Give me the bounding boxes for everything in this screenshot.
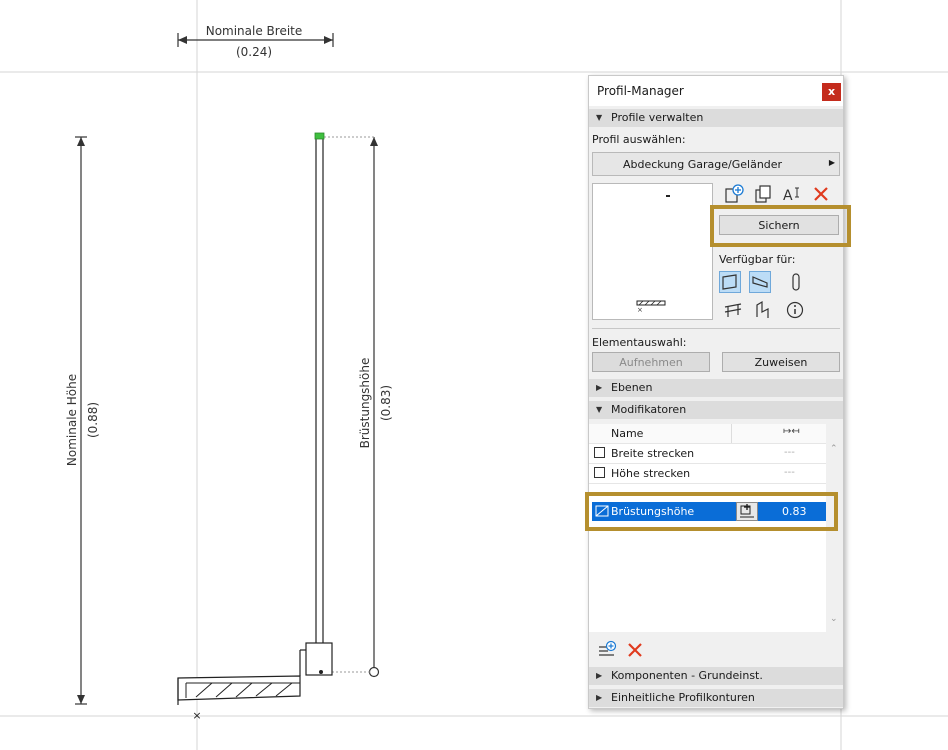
delete-modifier-icon[interactable] [624, 639, 646, 661]
parapet-height-label: Brüstungshöhe [358, 358, 372, 449]
assign-button[interactable]: Zuweisen [722, 352, 840, 372]
nominal-width-value: (0.24) [236, 45, 272, 59]
svg-text:A: A [783, 188, 793, 204]
divider [592, 328, 840, 329]
table-row[interactable]: Höhe strecken --- [589, 464, 826, 484]
duplicate-profile-icon[interactable] [752, 183, 774, 205]
selected-modifier-row[interactable]: Brüstungshöhe 0.83 [592, 502, 826, 521]
modifier-toolbar [589, 632, 843, 670]
row-value: --- [784, 447, 795, 458]
row-name: Höhe strecken [611, 467, 691, 480]
beam-tool-icon[interactable] [749, 271, 771, 293]
table-row[interactable]: Breite strecken --- [589, 444, 826, 464]
section-components[interactable]: ▶ Komponenten - Grundeinst. [589, 667, 843, 685]
profile-select-value: Abdeckung Garage/Geländer [623, 158, 783, 171]
nominal-width-dimension: Nominale Breite (0.24) [177, 24, 334, 59]
railing-tool-icon[interactable] [722, 299, 744, 321]
profile-preview: × [592, 183, 713, 320]
selected-row-name: Brüstungshöhe [611, 505, 695, 518]
section-contours-label: Einheitliche Profilkonturen [611, 691, 755, 704]
stretch-toggle-icon[interactable] [736, 502, 758, 521]
hotspot-top[interactable] [314, 132, 325, 140]
chevron-right-icon: ▶ [828, 158, 835, 167]
svg-text:×: × [637, 306, 643, 314]
save-button[interactable]: Sichern [719, 215, 839, 235]
nominal-width-label: Nominale Breite [206, 24, 303, 38]
section-modifiers-label: Modifikatoren [611, 403, 687, 416]
section-components-label: Komponenten - Grundeinst. [611, 669, 763, 682]
add-modifier-icon[interactable] [596, 639, 618, 661]
origin-marker: × [192, 709, 201, 722]
select-profile-label: Profil auswählen: [592, 133, 686, 146]
selected-row-value[interactable]: 0.83 [782, 505, 807, 518]
section-modifiers[interactable]: ▼ Modifikatoren [589, 401, 843, 419]
stair-tool-icon[interactable] [752, 299, 774, 321]
column-divider [731, 424, 732, 443]
available-for-label: Verfügbar für: [719, 253, 796, 266]
new-profile-icon[interactable] [723, 183, 745, 205]
wall-tool-icon[interactable] [719, 271, 741, 293]
chevron-right-icon: ▶ [596, 671, 603, 680]
section-contours[interactable]: ▶ Einheitliche Profilkonturen [589, 689, 843, 707]
rename-profile-icon[interactable]: A [781, 183, 803, 205]
profile-select[interactable]: Abdeckung Garage/Geländer ▶ [592, 152, 840, 176]
section-manage-profiles[interactable]: ▼ Profile verwalten [589, 109, 843, 127]
row-name: Breite strecken [611, 447, 695, 460]
scroll-down-icon[interactable]: ⌄ [830, 614, 838, 624]
chevron-down-icon: ▼ [596, 405, 603, 414]
stretch-width-icon: ↦↤ [783, 426, 800, 437]
breite-checkbox[interactable] [594, 447, 605, 458]
chevron-right-icon: ▶ [596, 383, 603, 392]
modifier-icon [595, 504, 611, 522]
scroll-up-icon[interactable]: ⌃ [830, 444, 838, 454]
info-icon[interactable] [784, 299, 806, 321]
table-header: Name ↦↤ [589, 424, 826, 444]
hoehe-checkbox[interactable] [594, 467, 605, 478]
section-layers[interactable]: ▶ Ebenen [589, 379, 843, 397]
chevron-right-icon: ▶ [596, 693, 603, 702]
railing-profile[interactable]: × [177, 132, 333, 722]
nominal-height-value: (0.88) [86, 402, 100, 438]
chevron-down-icon: ▼ [596, 113, 603, 122]
close-button[interactable]: x [822, 83, 841, 101]
panel-title: Profil-Manager [597, 84, 684, 98]
nominal-height-label: Nominale Höhe [65, 374, 79, 466]
element-selection-label: Elementauswahl: [592, 336, 687, 349]
profile-manager-panel: Profil-Manager x ▼ Profile verwalten Pro… [585, 75, 851, 709]
row-value: --- [784, 467, 795, 478]
column-tool-icon[interactable] [785, 271, 807, 293]
nominal-height-dimension: Nominale Höhe (0.88) [65, 136, 100, 705]
pick-up-button[interactable]: Aufnehmen [592, 352, 710, 372]
hotspot-base[interactable] [319, 670, 323, 674]
panel-titlebar[interactable]: Profil-Manager x [589, 76, 843, 106]
delete-profile-icon[interactable] [810, 183, 832, 205]
section-layers-label: Ebenen [611, 381, 653, 394]
parapet-height-value: (0.83) [379, 385, 393, 421]
profile-preview-drawing: × [636, 195, 670, 314]
section-manage-label: Profile verwalten [611, 111, 704, 124]
parapet-height-dimension: Brüstungshöhe (0.83) [324, 136, 393, 678]
column-name-header: Name [611, 427, 644, 440]
